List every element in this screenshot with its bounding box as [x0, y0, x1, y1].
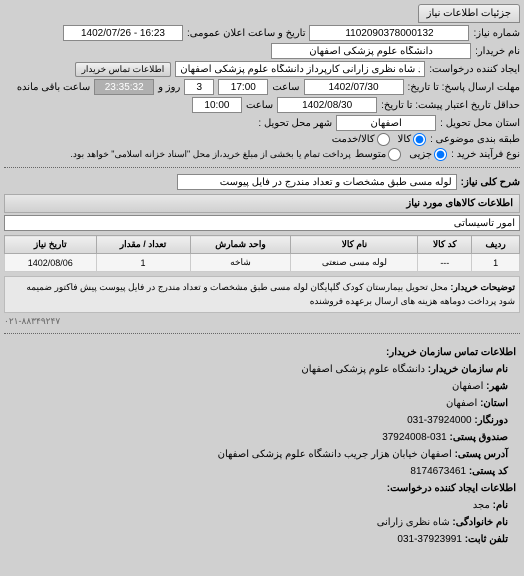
creator-label: ایجاد کننده درخواست:	[429, 64, 520, 75]
deadline-date-input[interactable]	[304, 79, 404, 95]
radio-motavaset-label: متوسط	[355, 149, 386, 160]
th-date: تاریخ نیاز	[5, 236, 97, 254]
buy-type-note: پرداخت تمام یا بخشی از مبلغ خرید،از محل …	[70, 149, 350, 160]
postbox-value: 37924008-031	[382, 430, 447, 446]
province-label: استان محل تحویل :	[440, 118, 520, 129]
radio-kala[interactable]: کالا	[398, 133, 427, 146]
td-date: 1402/08/06	[5, 254, 97, 272]
radio-motavaset-input[interactable]	[388, 148, 401, 161]
desc-input[interactable]	[177, 174, 457, 190]
org-label: نام سازمان خریدار:	[428, 364, 508, 375]
td-idx: 1	[472, 254, 520, 272]
deadline-time-input[interactable]	[218, 79, 268, 95]
family-label: نام خانوادگی:	[452, 517, 508, 528]
validity-label: حداقل تاریخ اعتبار پیشت: تا تاریخ:	[381, 100, 520, 111]
postcode-label: کد پستی:	[469, 466, 508, 477]
table-header-row: ردیف کد کالا نام کالا واحد شمارش تعداد /…	[5, 236, 520, 254]
validity-date-input[interactable]	[277, 97, 377, 113]
saat-label-2: ساعت	[246, 100, 273, 111]
phone-label: تلفن ثابت:	[465, 534, 508, 545]
creator-input[interactable]	[175, 61, 425, 77]
th-qty: تعداد / مقدار	[96, 236, 190, 254]
radio-kala-input[interactable]	[413, 133, 426, 146]
td-code: ---	[418, 254, 472, 272]
buyer-input[interactable]	[271, 43, 471, 59]
validity-time-input[interactable]	[192, 97, 242, 113]
footer-phone: ۰۲۱-۸۸۳۴۹۲۴۷	[4, 316, 520, 327]
radio-jozi-input[interactable]	[434, 148, 447, 161]
goods-section-title: اطلاعات کالاهای مورد نیاز	[4, 194, 520, 213]
radio-jozi[interactable]: جزیی	[409, 148, 447, 161]
buyer-label: نام خریدار:	[475, 46, 520, 57]
radio-jozi-label: جزیی	[409, 149, 432, 160]
category-label: طبقه بندی موضوعی :	[430, 134, 520, 145]
org-value: دانشگاه علوم پزشکی اصفهان	[301, 364, 425, 375]
req-number-label: شماره نیاز:	[473, 28, 520, 39]
remaining-time-input	[94, 79, 154, 95]
creator-contact-title: اطلاعات ایجاد کننده درخواست:	[387, 483, 516, 494]
announce-input[interactable]	[63, 25, 183, 41]
announce-label: تاریخ و ساعت اعلان عمومی:	[187, 28, 306, 39]
contact-city-label: شهر:	[486, 381, 508, 392]
th-name: نام کالا	[291, 236, 418, 254]
address-value: اصفهان خیابان هزار جریب دانشگاه علوم پزش…	[218, 449, 452, 460]
saat-label-1: ساعت	[272, 82, 299, 93]
table-row[interactable]: 1 --- لوله مسی صنعتی شاخه 1 1402/08/06	[5, 254, 520, 272]
buyer-notes-label: توضیحات خریدار:	[450, 282, 515, 292]
contact-province-value: اصفهان	[446, 398, 477, 409]
name-value: مجد	[473, 500, 490, 511]
goods-table: ردیف کد کالا نام کالا واحد شمارش تعداد /…	[4, 235, 520, 272]
radio-khadamat-input[interactable]	[377, 133, 390, 146]
radio-khadamat-label: کالا/خدمت	[332, 134, 375, 145]
days-input[interactable]	[184, 79, 214, 95]
buyer-notes-text: محل تحویل بیمارستان کودک گلپایگان لوله م…	[26, 282, 515, 306]
fax-value: 031-37924000	[407, 413, 472, 429]
family-value: شاه نظری زارانی	[377, 517, 450, 528]
radio-kala-label: کالا	[398, 134, 412, 145]
req-number-input[interactable]	[309, 25, 469, 41]
phone-value: 031-37923991	[397, 532, 462, 548]
td-unit: شاخه	[190, 254, 291, 272]
city-label: شهر محل تحویل :	[258, 118, 332, 129]
header-tab[interactable]: جزئیات اطلاعات نیاز	[418, 4, 520, 23]
radio-motavaset[interactable]: متوسط	[355, 148, 401, 161]
deadline-label: مهلت ارسال پاسخ: تا تاریخ:	[408, 82, 520, 93]
name-label: نام:	[493, 500, 508, 511]
postcode-value: 8174673461	[410, 464, 466, 480]
postbox-label: صندوق پستی:	[449, 432, 508, 443]
buy-type-label: نوع فرآیند خرید :	[451, 149, 520, 160]
province-input[interactable]	[336, 115, 436, 131]
buyer-notes-box: توضیحات خریدار: محل تحویل بیمارستان کودک…	[4, 276, 520, 313]
days-label: روز و	[158, 82, 180, 93]
contact-city-value: اصفهان	[452, 381, 483, 392]
td-name: لوله مسی صنعتی	[291, 254, 418, 272]
address-label: آدرس پستی:	[455, 449, 508, 460]
th-idx: ردیف	[472, 236, 520, 254]
th-unit: واحد شمارش	[190, 236, 291, 254]
td-qty: 1	[96, 254, 190, 272]
th-code: کد کالا	[418, 236, 472, 254]
contact-title: اطلاعات تماس سازمان خریدار:	[386, 347, 516, 358]
contact-button[interactable]: اطلاعات تماس خریدار	[75, 62, 172, 77]
statistical-input[interactable]	[4, 215, 520, 231]
fax-label: دورنگار:	[474, 415, 508, 426]
desc-label: شرح کلی نیاز:	[461, 177, 520, 188]
contact-province-label: استان:	[480, 398, 508, 409]
radio-khadamat[interactable]: کالا/خدمت	[332, 133, 390, 146]
remaining-label: ساعت باقی مانده	[17, 82, 90, 93]
